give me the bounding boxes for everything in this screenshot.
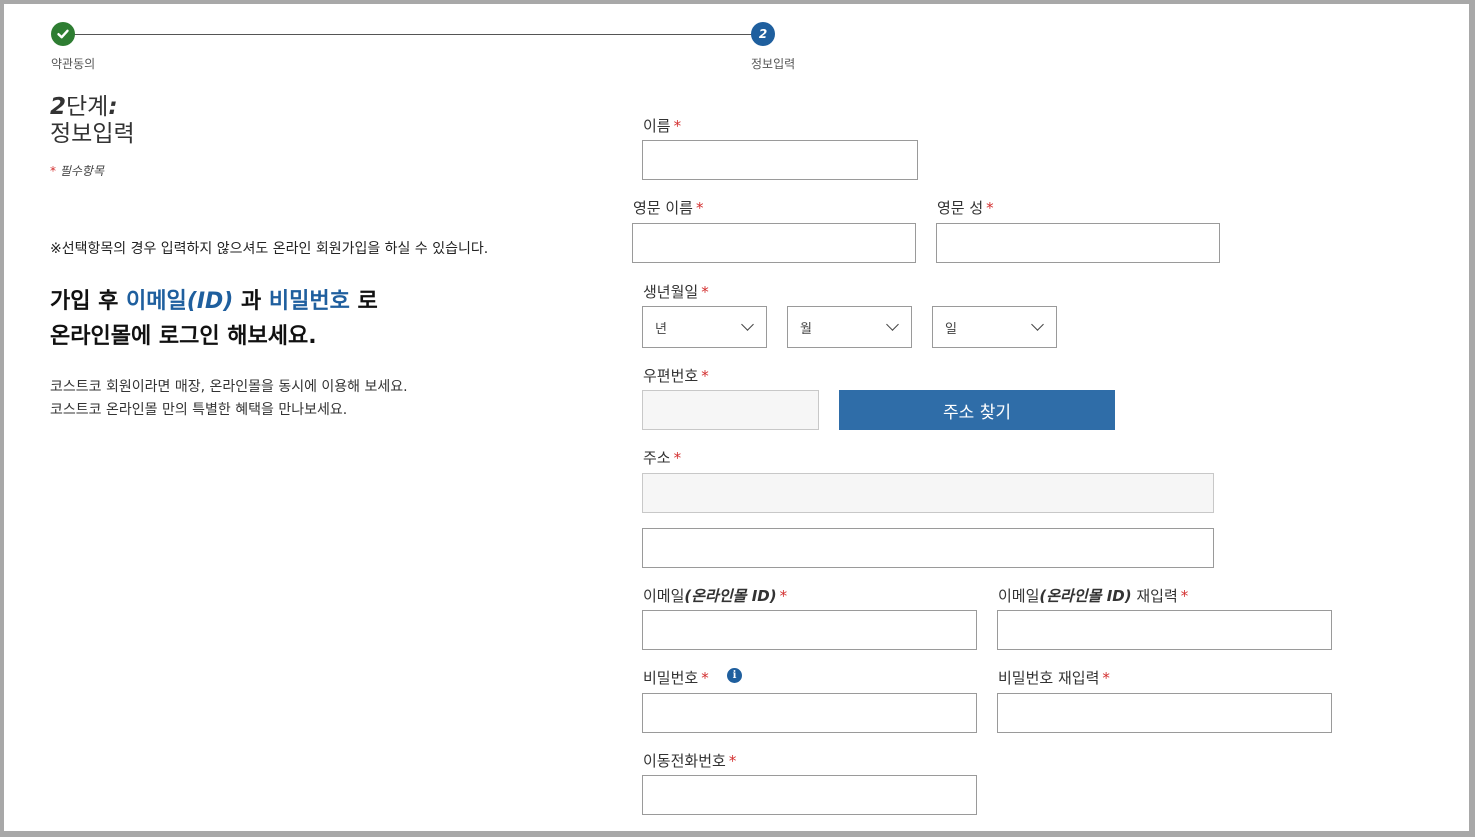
- email-confirm-label: 이메일(온라인몰 ID) 재입력 *: [998, 587, 1189, 605]
- find-address-button[interactable]: 주소 찾기: [839, 390, 1115, 430]
- step-subtitle: 정보입력: [50, 121, 135, 147]
- info-icon[interactable]: i: [727, 668, 742, 683]
- birth-day-value: 일: [945, 321, 957, 337]
- password-confirm-label: 비밀번호 재입력 *: [998, 669, 1110, 687]
- address-detail-input[interactable]: [642, 528, 1214, 568]
- english-first-name-label: 영문 이름 *: [633, 199, 704, 217]
- zipcode-input[interactable]: [642, 390, 819, 430]
- password-confirm-input[interactable]: [997, 693, 1332, 733]
- email-input[interactable]: [642, 610, 977, 650]
- description-line-1: 코스트코 회원이라면 매장, 온라인몰을 동시에 이용해 보세요.: [50, 379, 408, 395]
- promo-text-3: 로: [349, 289, 378, 314]
- chevron-down-icon: [886, 318, 899, 331]
- email-label: 이메일(온라인몰 ID) *: [643, 587, 788, 605]
- english-first-name-input[interactable]: [632, 223, 916, 263]
- chevron-down-icon: [1031, 318, 1044, 331]
- promo-password: 비밀번호: [268, 289, 350, 314]
- promo-text-1: 가입 후: [50, 289, 127, 314]
- stepper-progress-line: [63, 34, 763, 35]
- password-label: 비밀번호 *: [643, 669, 709, 687]
- address-input[interactable]: [642, 473, 1214, 513]
- zipcode-label: 우편번호 *: [643, 367, 709, 385]
- birth-month-value: 월: [800, 321, 812, 337]
- birth-day-select[interactable]: 일: [932, 306, 1057, 348]
- english-last-name-input[interactable]: [936, 223, 1220, 263]
- promo-id: (ID): [186, 289, 234, 314]
- required-text: 필수항목: [59, 164, 104, 178]
- password-input[interactable]: [642, 693, 977, 733]
- mobile-phone-label: 이동전화번호 *: [643, 752, 737, 770]
- page-title: 2단계: 정보입력: [50, 94, 135, 148]
- promo-text-4: 온라인몰에 로그인 해보세요.: [50, 324, 317, 349]
- birthdate-label: 생년월일 *: [643, 283, 709, 301]
- birth-month-select[interactable]: 월: [787, 306, 912, 348]
- step-2-current-badge: 2: [751, 22, 775, 46]
- step-1-complete-badge: [51, 22, 75, 46]
- check-icon: [57, 29, 69, 39]
- name-input[interactable]: [642, 140, 918, 180]
- optional-fields-note: ※선택항목의 경우 입력하지 않으셔도 온라인 회원가입을 하실 수 있습니다.: [50, 241, 489, 257]
- promo-text-2: 과: [233, 289, 269, 314]
- birth-year-select[interactable]: 년: [642, 306, 767, 348]
- english-last-name-label: 영문 성 *: [937, 199, 994, 217]
- membership-description: 코스트코 회원이라면 매장, 온라인몰을 동시에 이용해 보세요. 코스트코 온…: [50, 376, 550, 422]
- step-colon: :: [108, 94, 118, 120]
- name-label: 이름 *: [643, 117, 682, 135]
- chevron-down-icon: [741, 318, 754, 331]
- address-label: 주소 *: [643, 449, 682, 467]
- email-confirm-input[interactable]: [997, 610, 1332, 650]
- step-2-label: 정보입력: [751, 57, 796, 71]
- required-star: *: [50, 164, 56, 178]
- step-word: 단계: [66, 94, 109, 120]
- step-number: 2: [50, 94, 67, 120]
- promo-email: 이메일: [126, 289, 187, 314]
- birth-year-value: 년: [655, 321, 667, 337]
- mobile-phone-input[interactable]: [642, 775, 977, 815]
- step-1-label: 약관동의: [51, 57, 96, 71]
- description-line-2: 코스트코 온라인몰 만의 특별한 혜택을 만나보세요.: [50, 402, 348, 418]
- required-fields-note: * 필수항목: [50, 162, 104, 179]
- login-promo-heading: 가입 후 이메일(ID) 과 비밀번호 로 온라인몰에 로그인 해보세요.: [50, 284, 510, 354]
